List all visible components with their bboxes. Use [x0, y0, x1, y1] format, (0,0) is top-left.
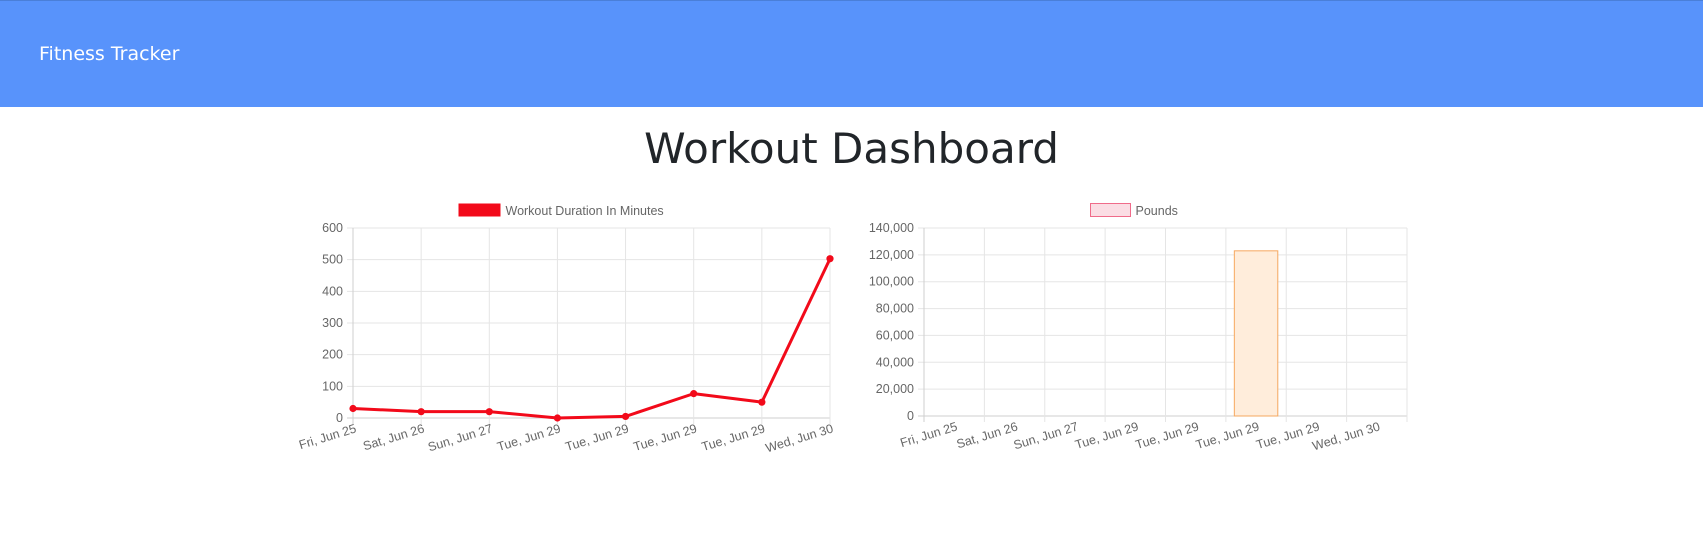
- y-tick-label: 120,000: [869, 248, 914, 262]
- x-tick-label: Sat, Jun 26: [955, 419, 1020, 451]
- pounds-chart: Pounds 140,000 120,000 100,000 80,000 60,000 4…: [869, 203, 1408, 453]
- legend-label: Workout Duration In Minutes: [506, 204, 664, 218]
- y-tick-label: 400: [322, 284, 343, 298]
- series-line: [352, 258, 832, 420]
- data-point: [826, 255, 834, 263]
- y-tick-label: 0: [907, 409, 914, 423]
- x-tick-label: Fri, Jun 25: [297, 421, 358, 452]
- bar: [1233, 250, 1279, 417]
- legend-swatch: [1090, 203, 1131, 217]
- legend-swatch: [458, 203, 501, 217]
- y-tick-label: 100: [322, 379, 343, 393]
- y-tick-label: 200: [322, 348, 343, 362]
- x-tick-label: Tue, Jun 29: [1255, 419, 1322, 452]
- x-tick-label: Tue, Jun 29: [632, 421, 699, 454]
- data-point: [349, 404, 357, 413]
- x-tick-label: Tue, Jun 29: [496, 421, 563, 454]
- y-tick-label: 0: [336, 411, 343, 425]
- x-tick-label: Tue, Jun 29: [1134, 419, 1201, 452]
- duration-chart: Workout Duration In Minutes 600 500 400 300 2…: [297, 203, 835, 455]
- legend-label: Pounds: [1136, 204, 1178, 218]
- x-tick-label: Sat, Jun 26: [361, 421, 426, 453]
- data-point: [553, 414, 562, 422]
- data-point: [621, 412, 630, 421]
- x-tick-label: Tue, Jun 29: [1194, 419, 1261, 452]
- y-tick-label: 500: [322, 253, 343, 267]
- y-tick-label: 140,000: [869, 221, 914, 235]
- x-tick-label: Wed, Jun 30: [1311, 419, 1382, 453]
- y-tick-label: 300: [322, 316, 343, 330]
- data-point: [485, 408, 493, 416]
- x-tick-label: Tue, Jun 29: [564, 421, 631, 454]
- y-tick-label: 600: [322, 221, 343, 235]
- x-tick-label: Sun, Jun 27: [426, 421, 494, 454]
- data-point: [417, 408, 425, 416]
- y-tick-label: 20,000: [876, 382, 914, 396]
- x-tick-label: Wed, Jun 30: [764, 421, 835, 455]
- charts-canvas: Workout Duration In Minutes 600 500 400 300 2…: [297, 203, 1408, 455]
- y-tick-label: 100,000: [869, 275, 914, 289]
- x-tick-label: Tue, Jun 29: [1073, 419, 1140, 452]
- y-tick-label: 80,000: [876, 302, 914, 316]
- data-point: [690, 390, 698, 398]
- x-tick-label: Fri, Jun 25: [898, 419, 959, 450]
- x-tick-label: Sun, Jun 27: [1012, 419, 1080, 452]
- y-tick-label: 60,000: [876, 328, 914, 342]
- data-point: [758, 398, 766, 406]
- x-tick-label: Tue, Jun 29: [700, 421, 767, 454]
- y-tick-label: 40,000: [876, 355, 914, 369]
